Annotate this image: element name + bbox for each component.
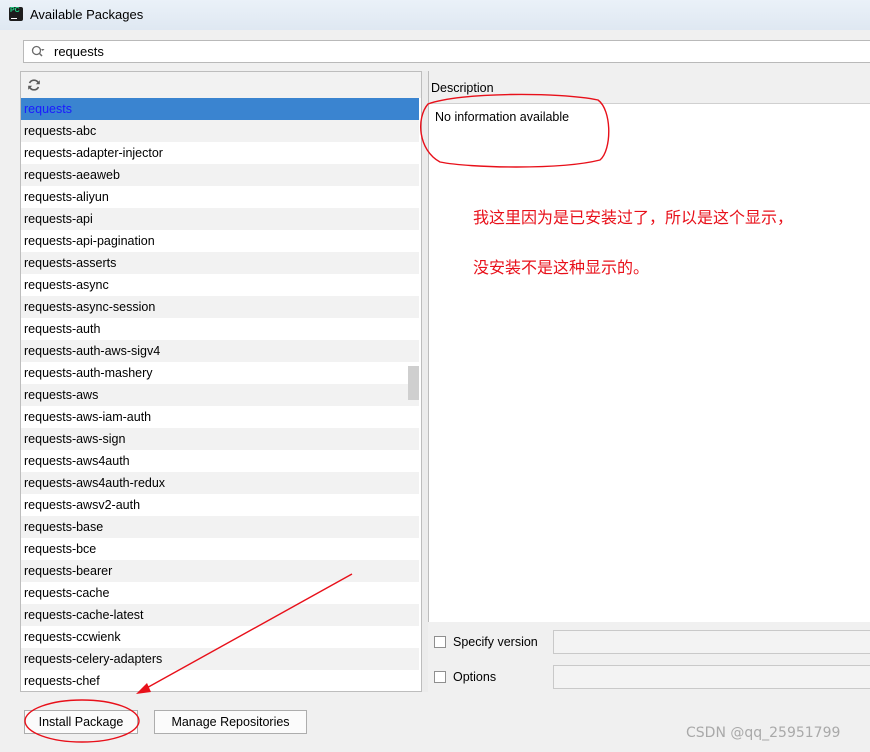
title-bar: Available Packages	[0, 0, 870, 30]
package-row[interactable]: requests-aws4auth-redux	[21, 472, 419, 494]
package-row[interactable]: requests-awsv2-auth	[21, 494, 419, 516]
version-field[interactable]	[553, 630, 870, 654]
package-row[interactable]: requests-adapter-injector	[21, 142, 419, 164]
watermark: CSDN @qq_25951799	[686, 725, 841, 741]
package-row[interactable]: requests-auth	[21, 318, 419, 340]
options-label: Options	[453, 670, 497, 684]
package-row[interactable]: requests-async	[21, 274, 419, 296]
package-row-selected[interactable]: requests	[21, 98, 419, 120]
search-input[interactable]	[54, 43, 854, 60]
specify-version-label: Specify version	[453, 635, 538, 649]
description-header: Description	[429, 71, 870, 104]
package-row[interactable]: requests-chef	[21, 670, 419, 691]
install-package-button[interactable]: Install Package	[24, 710, 138, 734]
package-row[interactable]: requests-api-pagination	[21, 230, 419, 252]
search-icon[interactable]	[31, 45, 45, 59]
annotation-note-line-1: 我这里因为是已安装过了，所以是这个显示，	[473, 208, 794, 227]
pycharm-app-icon	[9, 7, 23, 21]
package-row[interactable]: requests-aws-sign	[21, 428, 419, 450]
package-row[interactable]: requests-aeaweb	[21, 164, 419, 186]
package-row[interactable]: requests-auth-aws-sigv4	[21, 340, 419, 362]
package-row[interactable]: requests-aws4auth	[21, 450, 419, 472]
list-scrollbar-thumb[interactable]	[408, 366, 419, 400]
package-row[interactable]: requests-api	[21, 208, 419, 230]
annotation-note-line-2: 没安装不是这种显示的。	[473, 258, 650, 277]
package-row[interactable]: requests-base	[21, 516, 419, 538]
description-panel: Description No information available 我这里…	[428, 71, 870, 622]
package-row[interactable]: requests-asserts	[21, 252, 419, 274]
search-box[interactable]	[23, 40, 870, 63]
package-row[interactable]: requests-aws-iam-auth	[21, 406, 419, 428]
window-title: Available Packages	[30, 7, 144, 22]
package-row[interactable]: requests-auth-mashery	[21, 362, 419, 384]
list-toolbar	[21, 72, 421, 98]
package-row[interactable]: requests-abc	[21, 120, 419, 142]
package-row[interactable]: requests-bce	[21, 538, 419, 560]
specify-version-checkbox[interactable]	[434, 636, 446, 648]
refresh-icon[interactable]	[27, 78, 41, 92]
options-checkbox[interactable]	[434, 671, 446, 683]
package-row[interactable]: requests-ccwienk	[21, 626, 419, 648]
options-row: Options	[432, 665, 870, 691]
description-header-label: Description	[431, 81, 494, 95]
package-list[interactable]: requests requests-abc requests-adapter-inj…	[21, 98, 419, 691]
package-row[interactable]: requests-aliyun	[21, 186, 419, 208]
package-row[interactable]: requests-async-session	[21, 296, 419, 318]
package-list-panel: requests requests-abc requests-adapter-inj…	[20, 71, 422, 692]
description-text: No information available	[435, 110, 570, 124]
package-row[interactable]: requests-aws	[21, 384, 419, 406]
options-field[interactable]	[553, 665, 870, 689]
specify-version-row: Specify version	[432, 630, 870, 656]
package-row[interactable]: requests-celery-adapters	[21, 648, 419, 670]
package-row[interactable]: requests-cache	[21, 582, 419, 604]
package-row[interactable]: requests-bearer	[21, 560, 419, 582]
manage-repositories-button[interactable]: Manage Repositories	[154, 710, 307, 734]
package-row[interactable]: requests-cache-latest	[21, 604, 419, 626]
